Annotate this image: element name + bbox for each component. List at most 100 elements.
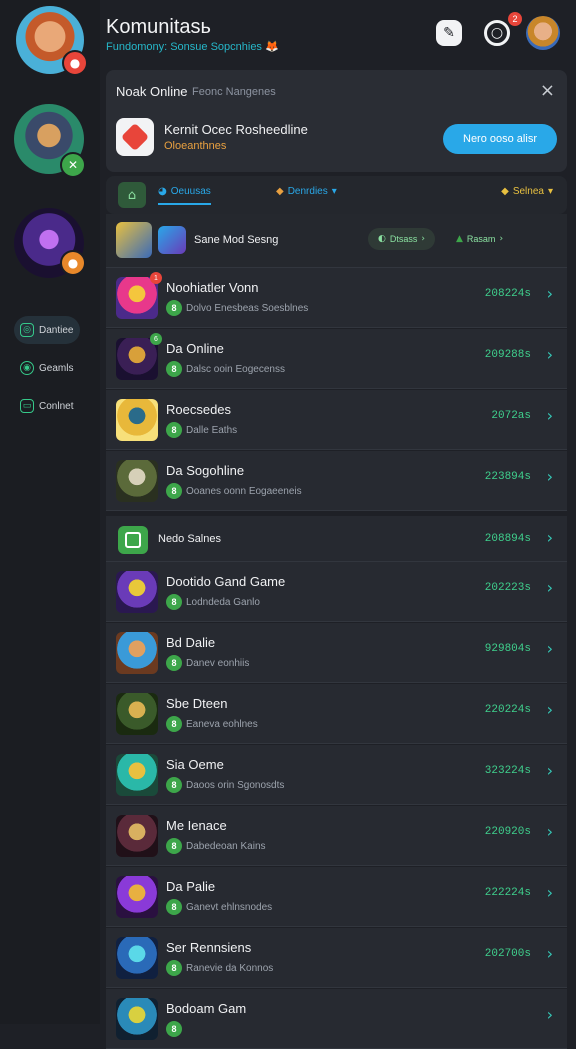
game-title: Bodoam Gam xyxy=(166,1001,247,1016)
group-icon: 8 xyxy=(166,716,182,732)
member-count: 202700s xyxy=(484,948,531,960)
monitor-icon: ▭ xyxy=(20,399,34,413)
chevron-down-icon: ▾ xyxy=(547,186,553,197)
online-panel: Nоаk Online Feonc Nangenes × Kernit Ocec… xyxy=(106,70,567,172)
group-icon: 8 xyxy=(166,361,182,377)
cta-button[interactable]: Nero ooso alisr xyxy=(443,124,557,154)
game-row[interactable]: Sbe Dteen 8 Eaneva eohlnes 220224s › xyxy=(106,684,567,744)
thumb-badge: 1 xyxy=(150,272,162,284)
game-title: Sbe Dteen xyxy=(166,696,228,711)
game-thumbnail xyxy=(116,399,158,441)
game-row[interactable]: Bd Dalie 8 Danev eonhiis 929804s › xyxy=(106,623,567,683)
chevron-down-icon: ▾ xyxy=(331,186,337,197)
notification-count-badge: 2 xyxy=(508,12,522,26)
game-row[interactable]: Ser Rennsiens 8 Ranevie da Konnos 202700s › xyxy=(106,928,567,988)
leaf-icon: ◐ xyxy=(378,234,386,244)
online-item-title: Kernit Ocec Rosheedline xyxy=(164,122,308,137)
chat-icon[interactable]: ✎ xyxy=(436,20,462,46)
filter-pill-dtsass[interactable]: ◐ Dtsass › xyxy=(368,228,435,250)
game-thumb-b xyxy=(158,226,186,254)
game-title: Da Sogohline xyxy=(166,463,245,478)
sidebar: ● ✕ ● ◎ Dantiee ◉ Geamls ▭ Conlnet xyxy=(0,0,100,1024)
tab-oeuusas[interactable]: ◕ Oeuusas xyxy=(158,186,211,205)
notification-icon[interactable]: ○ xyxy=(484,20,510,46)
game-thumbnail xyxy=(116,876,158,918)
controller-icon: ◎ xyxy=(20,323,34,337)
game-row[interactable]: Me Ienace 8 Dabedeoan Kains 220920s › xyxy=(106,806,567,866)
game-subtitle: 8 Dabedeoan Kains xyxy=(166,838,266,854)
member-count: 202223s xyxy=(484,582,531,594)
game-subtitle: 8 Ooanes oonn Eogaeeneis xyxy=(166,483,302,499)
coin-icon: ◆ xyxy=(501,186,509,197)
chevron-right-icon: › xyxy=(546,345,553,364)
sidebar-item-conlnet[interactable]: ▭ Conlnet xyxy=(14,392,80,420)
game-title: Dootido Gand Game xyxy=(166,574,286,589)
game-thumbnail xyxy=(116,571,158,613)
home-tab-icon[interactable]: ⌂ xyxy=(118,182,146,208)
group-icon: 8 xyxy=(166,300,182,316)
chevron-right-icon: › xyxy=(546,822,553,841)
filter-bar: ⌂ ◕ Oeuusas ◆ Denrdies ▾ ◆ Selnea ▾ xyxy=(106,176,567,214)
game-subtitle: 8 Danev eonhiis xyxy=(166,655,249,671)
status-badge-icon: ● xyxy=(62,50,88,76)
game-title: Bd Dalie xyxy=(166,635,216,650)
game-title: Roecsedes xyxy=(166,402,232,417)
section-2-title: Nedo Salnes xyxy=(158,533,221,545)
game-thumbnail xyxy=(116,338,158,380)
thumb-badge: 6 xyxy=(150,333,162,345)
game-row[interactable]: Bodoam Gam 8 › xyxy=(106,989,567,1049)
game-thumb-a xyxy=(116,222,152,258)
tab-selnea[interactable]: ◆ Selnea ▾ xyxy=(501,186,553,197)
game-thumbnail xyxy=(116,277,158,319)
square-icon xyxy=(125,532,141,548)
tab-denrdies[interactable]: ◆ Denrdies ▾ xyxy=(276,186,337,197)
game-thumbnail xyxy=(116,693,158,735)
chevron-right-icon: › xyxy=(546,1005,553,1024)
game-row[interactable]: Da Sogohline 8 Ooanes oonn Eogaeeneis 22389… xyxy=(106,451,567,511)
online-panel-subtitle: Feonc Nangenes xyxy=(192,86,276,98)
globe-icon: ◉ xyxy=(20,361,34,375)
member-count: 220920s xyxy=(484,826,531,838)
game-subtitle: 8 Ranevie da Konnos xyxy=(166,960,273,976)
sidebar-item-geamls[interactable]: ◉ Geamls xyxy=(14,354,80,382)
game-subtitle: 8 Daoos orin Sgonosdts xyxy=(166,777,284,793)
section-2-header[interactable]: Nedo Salnes 208894s › xyxy=(106,514,567,562)
group-icon: 8 xyxy=(166,838,182,854)
chevron-right-icon: › xyxy=(546,700,553,719)
tools-badge-icon: ✕ xyxy=(60,152,86,178)
game-row[interactable]: Sia Oeme 8 Daoos orin Sgonosdts 323224s › xyxy=(106,745,567,805)
chevron-right-icon: › xyxy=(546,761,553,780)
member-count: 929804s xyxy=(484,643,531,655)
section-title: Sane Mod Sesng xyxy=(194,234,279,246)
game-title: Sia Oeme xyxy=(166,757,224,772)
game-title: Da Palie xyxy=(166,879,216,894)
chevron-right-icon: › xyxy=(546,639,553,658)
game-row[interactable]: Noohiatler Vonn 8 Dolvo Enesbeas Soesblnes… xyxy=(106,268,567,328)
game-thumbnail xyxy=(116,937,158,979)
member-count: 2072аs xyxy=(491,410,531,422)
game-subtitle: 8 Eaneva eohlnes xyxy=(166,716,258,732)
game-row[interactable]: Roecsedes 8 Dalle Eaths 2072аs › xyxy=(106,390,567,450)
chevron-right-icon: › xyxy=(546,578,553,597)
group-icon: 8 xyxy=(166,1021,182,1037)
chevron-right-icon: › xyxy=(421,234,425,244)
sidebar-item-label: Dantiee xyxy=(39,324,74,336)
close-icon[interactable]: × xyxy=(540,80,555,101)
game-title: Ser Rennsiens xyxy=(166,940,252,955)
chevron-right-icon: › xyxy=(546,406,553,425)
game-row[interactable]: Da Palie 8 Ganevt ehlnsnodes 222224s › xyxy=(106,867,567,927)
game-subtitle: 8 Dalle Eaths xyxy=(166,422,237,438)
sidebar-item-dantiee[interactable]: ◎ Dantiee xyxy=(14,316,80,344)
filter-pill-rasam[interactable]: ▲ Rasam › xyxy=(448,228,511,250)
trophy-icon: ◆ xyxy=(276,186,284,197)
online-item-sub: Oloeanthnes xyxy=(164,140,227,152)
profile-avatar[interactable] xyxy=(526,16,560,50)
game-row[interactable]: Dootido Gand Game 8 Lodndeda Ganlo 202223s › xyxy=(106,562,567,622)
page-subtitle: Fundomony: Sonsue Sopcnhies 🦊 xyxy=(106,41,279,53)
game-title: Noohiatler Vonn xyxy=(166,280,259,295)
member-count: 209288s xyxy=(484,349,531,361)
page-title: Komunitasь xyxy=(106,16,211,38)
section-2-icon xyxy=(118,526,148,554)
game-row[interactable]: Da Online 8 Dalsc ooin Eogecenss 209288s › 6 xyxy=(106,329,567,389)
tree-icon: ▲ xyxy=(456,234,463,244)
